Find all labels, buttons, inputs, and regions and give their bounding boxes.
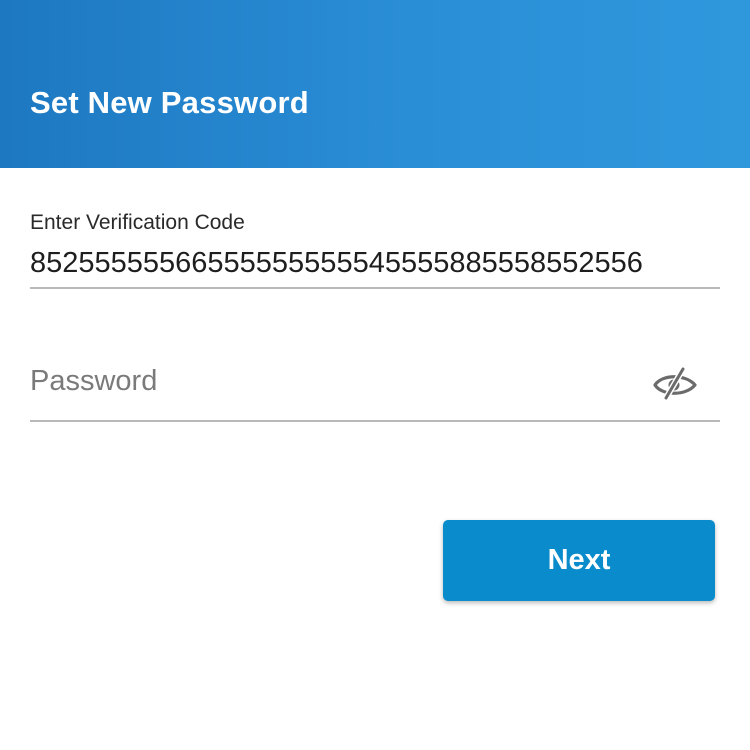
password-field [30,340,720,422]
eye-slash-icon[interactable] [652,364,698,402]
verification-code-label: Enter Verification Code [30,211,245,234]
page-title: Set New Password [30,85,309,120]
header-bar: Set New Password [0,0,750,168]
next-button[interactable]: Next [443,520,715,601]
verification-code-field: Enter Verification Code [30,205,720,289]
password-input[interactable] [30,362,630,400]
verification-code-input[interactable] [30,245,720,281]
set-password-screen: Set New Password Enter Verification Code… [0,0,750,750]
